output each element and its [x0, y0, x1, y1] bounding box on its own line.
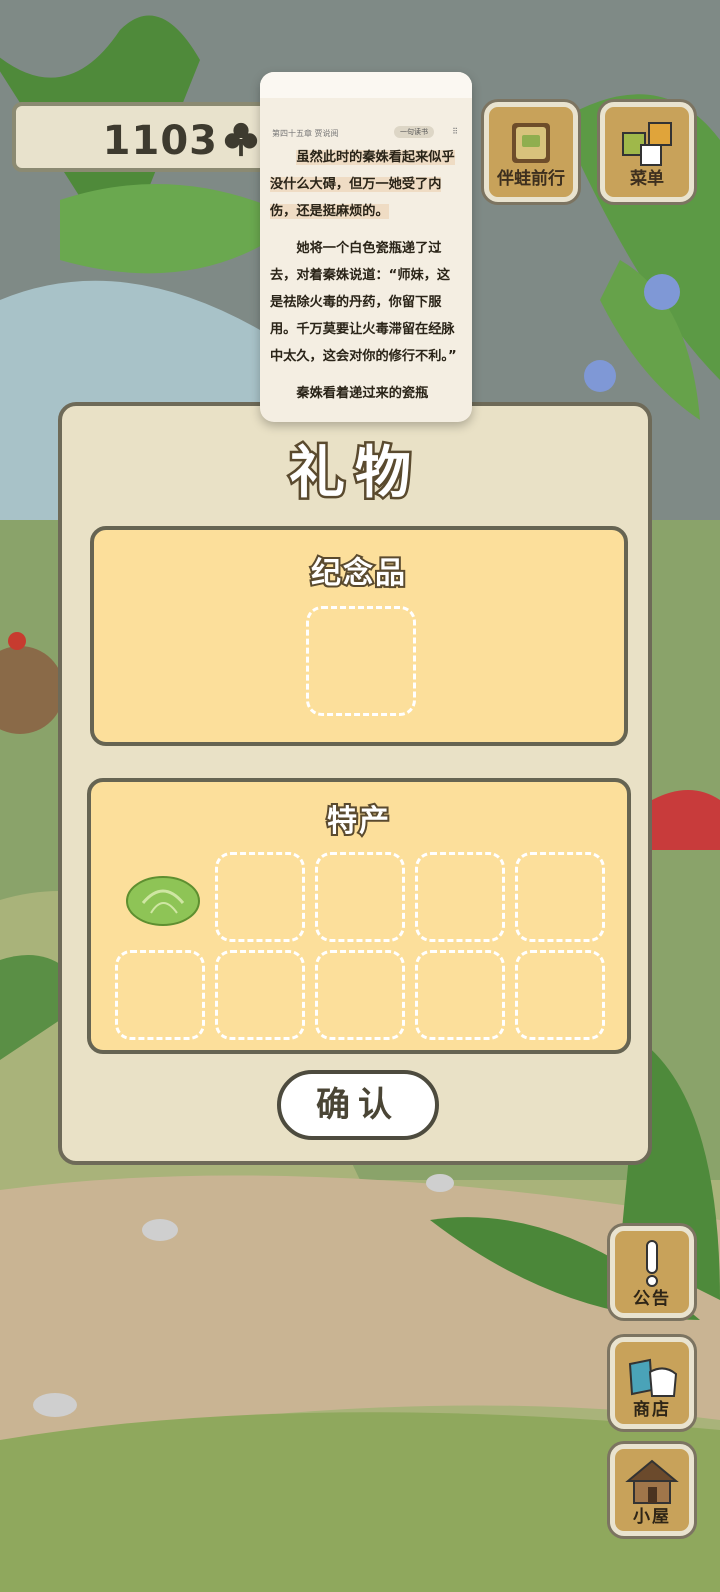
specialty-slot[interactable]	[415, 852, 505, 942]
souvenir-slot[interactable]	[306, 606, 416, 716]
clover-count: 1103	[102, 118, 218, 164]
notice-label: 公告	[633, 1289, 671, 1309]
specialty-slot[interactable]	[415, 950, 505, 1040]
clover-counter: 1103	[12, 102, 282, 172]
specialty-slot[interactable]	[315, 950, 405, 1040]
reader-paragraph: 秦姝看着递过来的瓷瓶	[296, 386, 429, 401]
confirm-button[interactable]: 确认	[277, 1070, 439, 1140]
house-button[interactable]: 小屋	[610, 1444, 694, 1536]
specialty-title: 特产	[325, 802, 391, 841]
souvenir-panel: 纪念品	[90, 526, 628, 746]
journal-icon	[512, 123, 550, 163]
specialty-slot[interactable]	[515, 852, 605, 942]
reader-paragraph: 她将一个白色瓷瓶递了过去，对着秦姝说道：“师妹，这是祛除火毒的丹药，你留下服用。…	[270, 241, 457, 364]
more-icon[interactable]: ⠿	[452, 127, 458, 136]
cabbage-icon	[126, 876, 200, 926]
specialty-slot[interactable]	[116, 852, 206, 942]
specialty-slot[interactable]	[215, 852, 305, 942]
reader-body: 虽然此时的秦姝看起来似乎没什么大碍，但万一她受了内伤，还是挺麻烦的。 她将一个白…	[270, 144, 462, 417]
house-label: 小屋	[633, 1507, 671, 1527]
floating-reader-window[interactable]: 第四十五章 贾说阅 一句读书 ⠿ 虽然此时的秦姝看起来似乎没什么大碍，但万一她受…	[260, 72, 472, 422]
shop-label: 商店	[633, 1400, 671, 1420]
reader-header: 第四十五章 贾说阅 一句读书 ⠿	[260, 124, 472, 142]
specialty-slot[interactable]	[515, 950, 605, 1040]
notice-button[interactable]: 公告	[610, 1226, 694, 1318]
clover-icon	[224, 122, 258, 157]
specialty-slot[interactable]	[315, 852, 405, 942]
house-icon	[625, 1459, 679, 1504]
reader-mode-pill[interactable]: 一句读书	[394, 126, 434, 138]
reader-chapter: 第四十五章 贾说阅	[272, 129, 339, 138]
shop-bags-icon	[628, 1358, 678, 1397]
specialty-slot[interactable]	[115, 950, 205, 1040]
shop-button[interactable]: 商店	[610, 1337, 694, 1429]
menu-cards-icon	[622, 122, 672, 166]
reader-drag-bar[interactable]	[260, 72, 472, 98]
menu-label: 菜单	[630, 169, 664, 189]
exclamation-icon	[646, 1240, 658, 1287]
specialty-slot[interactable]	[215, 950, 305, 1040]
gift-dialog: 礼物 纪念品 特产 确认	[58, 402, 652, 1165]
souvenir-title: 纪念品	[309, 554, 407, 593]
travel-journal-label: 伴蛙前行	[497, 169, 565, 189]
specialty-panel: 特产	[87, 778, 631, 1054]
menu-button[interactable]: 菜单	[600, 102, 694, 202]
travel-journal-button[interactable]: 伴蛙前行	[484, 102, 578, 202]
reader-paragraph: 虽然此时的秦姝看起来似乎没什么大碍，但万一她受了内伤，还是挺麻烦的。	[270, 150, 455, 219]
dialog-title: 礼物	[287, 439, 421, 509]
